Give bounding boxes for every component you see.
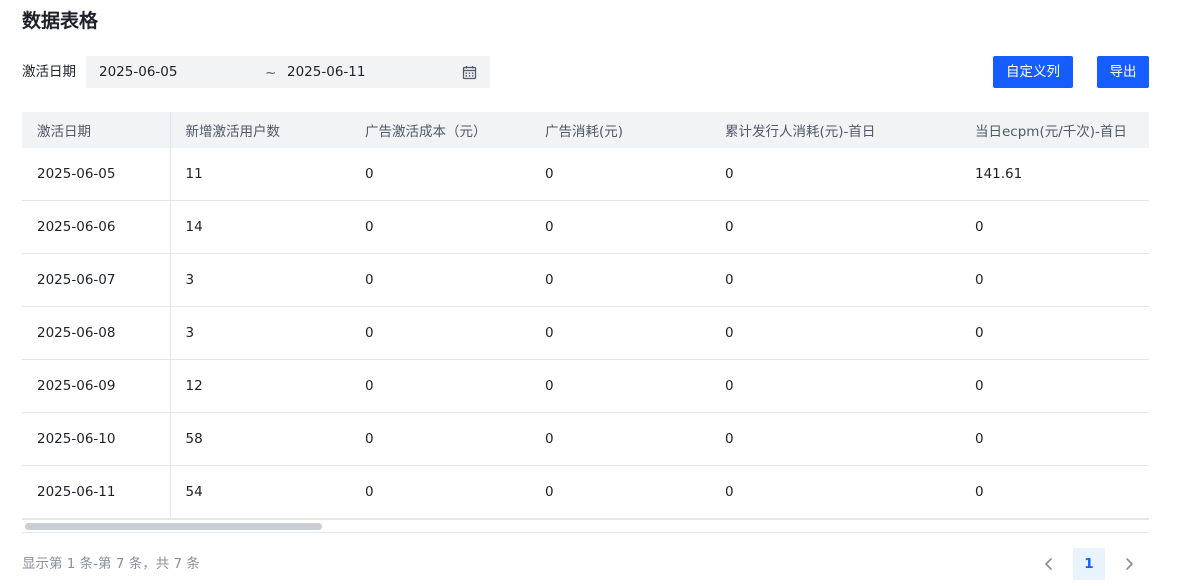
- cell-publisher-spend: 0: [710, 359, 960, 413]
- cell-ad-spend: 0: [530, 200, 710, 254]
- chevron-left-icon: [1045, 558, 1052, 570]
- cell-ad-activation-cost: 0: [350, 253, 530, 307]
- cell-activation-date: 2025-06-07: [22, 253, 171, 307]
- cell-ecpm: 0: [960, 412, 1149, 466]
- table-row: 2025-06-09 12 0 0 0 0: [22, 359, 1149, 413]
- cell-activation-date: 2025-06-09: [22, 359, 171, 413]
- cell-activation-date: 2025-06-11: [22, 465, 171, 519]
- cell-new-users: 11: [170, 148, 350, 201]
- table-row: 2025-06-08 3 0 0 0 0: [22, 306, 1149, 360]
- custom-columns-button[interactable]: 自定义列: [993, 56, 1073, 88]
- date-range-separator: ~: [265, 65, 277, 81]
- cell-publisher-spend: 0: [710, 253, 960, 307]
- pagination-summary: 显示第 1 条-第 7 条，共 7 条: [22, 556, 200, 572]
- cell-ad-spend: 0: [530, 148, 710, 201]
- column-header-ad-spend[interactable]: 广告消耗(元): [530, 112, 710, 148]
- cell-ad-spend: 0: [530, 306, 710, 360]
- cell-publisher-spend: 0: [710, 148, 960, 201]
- cell-publisher-spend: 0: [710, 200, 960, 254]
- page-number-button[interactable]: 1: [1073, 548, 1105, 580]
- page-title: 数据表格: [22, 10, 99, 32]
- table-row: 2025-06-05 11 0 0 0 141.61: [22, 148, 1149, 201]
- cell-ad-activation-cost: 0: [350, 200, 530, 254]
- table-row: 2025-06-07 3 0 0 0 0: [22, 253, 1149, 307]
- cell-activation-date: 2025-06-08: [22, 306, 171, 360]
- cell-ad-spend: 0: [530, 253, 710, 307]
- cell-ad-spend: 0: [530, 465, 710, 519]
- cell-activation-date: 2025-06-05: [22, 148, 171, 201]
- cell-publisher-spend: 0: [710, 465, 960, 519]
- data-table-container: 激活日期 新增激活用户数 广告激活成本（元） 广告消耗(元) 累计发行人消耗(元…: [22, 112, 1149, 534]
- cell-publisher-spend: 0: [710, 412, 960, 466]
- column-header-ecpm[interactable]: 当日ecpm(元/千次)-首日: [960, 112, 1149, 148]
- cell-new-users: 3: [170, 306, 350, 360]
- cell-ad-activation-cost: 0: [350, 359, 530, 413]
- cell-ecpm: 0: [960, 359, 1149, 413]
- cell-ad-spend: 0: [530, 412, 710, 466]
- column-header-ad-activation-cost[interactable]: 广告激活成本（元）: [350, 112, 530, 148]
- cell-ad-activation-cost: 0: [350, 148, 530, 201]
- cell-new-users: 58: [170, 412, 350, 466]
- cell-activation-date: 2025-06-06: [22, 200, 171, 254]
- cell-ecpm: 141.61: [960, 148, 1149, 201]
- cell-new-users: 14: [170, 200, 350, 254]
- horizontal-scrollbar[interactable]: [22, 519, 1149, 533]
- column-header-publisher-spend[interactable]: 累计发行人消耗(元)-首日: [710, 112, 960, 148]
- cell-new-users: 54: [170, 465, 350, 519]
- date-range-picker[interactable]: 2025-06-05 ~ 2025-06-11: [86, 56, 490, 88]
- table-header-row: 激活日期 新增激活用户数 广告激活成本（元） 广告消耗(元) 累计发行人消耗(元…: [22, 112, 1149, 148]
- table-row: 2025-06-06 14 0 0 0 0: [22, 200, 1149, 254]
- cell-ecpm: 0: [960, 200, 1149, 254]
- cell-ad-activation-cost: 0: [350, 465, 530, 519]
- column-header-activation-date[interactable]: 激活日期: [22, 112, 171, 148]
- cell-new-users: 3: [170, 253, 350, 307]
- table-row: 2025-06-10 58 0 0 0 0: [22, 412, 1149, 466]
- data-table: 激活日期 新增激活用户数 广告激活成本（元） 广告消耗(元) 累计发行人消耗(元…: [22, 112, 1149, 519]
- cell-ecpm: 0: [960, 306, 1149, 360]
- cell-publisher-spend: 0: [710, 306, 960, 360]
- cell-ad-activation-cost: 0: [350, 306, 530, 360]
- export-button[interactable]: 导出: [1097, 56, 1149, 88]
- cell-activation-date: 2025-06-10: [22, 412, 171, 466]
- cell-ecpm: 0: [960, 253, 1149, 307]
- previous-page-button[interactable]: [1033, 548, 1065, 580]
- start-date-input[interactable]: 2025-06-05: [99, 62, 177, 82]
- end-date-input[interactable]: 2025-06-11: [287, 62, 365, 82]
- cell-ad-spend: 0: [530, 359, 710, 413]
- horizontal-scrollbar-thumb[interactable]: [25, 523, 322, 530]
- column-header-new-users[interactable]: 新增激活用户数: [170, 112, 350, 148]
- cell-ecpm: 0: [960, 465, 1149, 519]
- cell-ad-activation-cost: 0: [350, 412, 530, 466]
- next-page-button[interactable]: [1113, 548, 1145, 580]
- calendar-icon[interactable]: [462, 65, 477, 80]
- cell-new-users: 12: [170, 359, 350, 413]
- chevron-right-icon: [1126, 558, 1133, 570]
- table-row: 2025-06-11 54 0 0 0 0: [22, 465, 1149, 519]
- activation-date-label: 激活日期: [22, 64, 76, 80]
